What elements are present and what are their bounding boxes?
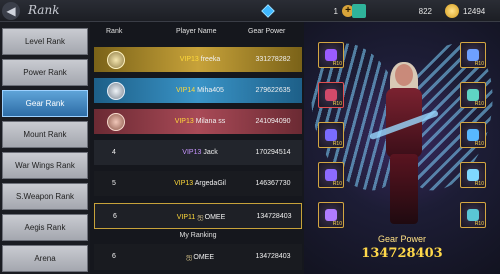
menu-item-power-rank[interactable]: Power Rank bbox=[2, 59, 88, 86]
bronze-rank-badge-icon bbox=[107, 113, 125, 131]
character-model[interactable] bbox=[369, 62, 439, 227]
rank-cell: 4 bbox=[112, 149, 116, 156]
rank-cell: 6 bbox=[113, 213, 117, 220]
gear-power-label: Gear Power bbox=[377, 234, 427, 244]
helmet-icon bbox=[325, 89, 337, 101]
player-name-cell: VIP11 ஐOMEE bbox=[176, 212, 226, 221]
gold-coin-icon bbox=[445, 4, 459, 18]
gear-slot-ring[interactable]: R10 bbox=[460, 122, 486, 148]
header-rank: Rank bbox=[106, 28, 123, 35]
player-name-cell: VIP13 Milana ss bbox=[174, 118, 226, 125]
character-preview-panel: R10 R10 R10 R10 R10 R10 R10 R10 R10 R10 … bbox=[304, 22, 500, 274]
diamond-currency: 1 + bbox=[261, 3, 354, 19]
my-ranking-row: 6 ஐOMEE 134728403 bbox=[94, 244, 302, 270]
gear-slot-bracelet[interactable]: R10 bbox=[460, 162, 486, 188]
gear-slot-helmet[interactable]: R10 bbox=[318, 82, 344, 108]
guild-emblem-icon: ஐ bbox=[197, 212, 204, 221]
gold-rank-badge-icon bbox=[107, 51, 125, 69]
table-row[interactable]: 5 VIP13 ArgedaGil 146367730 bbox=[94, 170, 302, 196]
gear-slot-armor[interactable]: R10 bbox=[318, 122, 344, 148]
rank-cell: 6 bbox=[112, 253, 116, 260]
gear-power-cell: 170294514 bbox=[255, 149, 291, 156]
menu-item-sweapon-rank[interactable]: S.Weapon Rank bbox=[2, 183, 88, 210]
ring-icon bbox=[467, 129, 479, 141]
gear-power-cell: 134728403 bbox=[255, 253, 291, 260]
header-player-name: Player Name bbox=[176, 28, 217, 35]
player-name-cell: VIP13 freeka bbox=[179, 56, 221, 63]
armor-icon bbox=[325, 129, 337, 141]
ticket-icon bbox=[352, 4, 366, 18]
top-bar: ◀ Rank 1 + 822 12494 bbox=[0, 0, 500, 22]
gear-power-cell: 279622635 bbox=[255, 87, 291, 94]
gear-power-cell: 134728403 bbox=[256, 213, 292, 220]
player-name-cell: VIP13 ArgedaGil bbox=[174, 180, 226, 187]
gold-currency: 12494 bbox=[445, 3, 485, 19]
menu-item-aegis-rank[interactable]: Aegis Rank bbox=[2, 214, 88, 241]
gear-power-cell: 241094090 bbox=[255, 118, 291, 125]
gear-slot-necklace[interactable]: R10 bbox=[460, 82, 486, 108]
table-row-self[interactable]: 6 VIP11 ஐOMEE 134728403 bbox=[94, 203, 302, 229]
gear-power-cell: 331278282 bbox=[255, 56, 291, 63]
diamond-icon bbox=[261, 4, 275, 18]
menu-item-war-wings-rank[interactable]: War Wings Rank bbox=[2, 152, 88, 179]
back-button[interactable]: ◀ bbox=[2, 2, 20, 20]
gear-slot-amulet[interactable]: R10 bbox=[460, 202, 486, 228]
bracelet-icon bbox=[467, 169, 479, 181]
table-row[interactable]: VIP13 freeka 331278282 bbox=[94, 46, 302, 72]
silver-rank-badge-icon bbox=[107, 82, 125, 100]
player-name-cell: VIP13 Jack bbox=[182, 149, 218, 156]
ticket-currency: 822 bbox=[352, 3, 432, 19]
table-row[interactable]: 4 VIP13 Jack 170294514 bbox=[94, 139, 302, 165]
gloves-icon bbox=[325, 169, 337, 181]
gear-power-cell: 146367730 bbox=[255, 180, 291, 187]
gear-slot-weapon[interactable]: R10 bbox=[318, 42, 344, 68]
boots-icon bbox=[325, 209, 337, 221]
player-name-cell: VIP14 Miha405 bbox=[176, 87, 224, 94]
gear-slot-gloves[interactable]: R10 bbox=[318, 162, 344, 188]
table-header: Rank Player Name Gear Power bbox=[94, 26, 302, 40]
header-gear-power: Gear Power bbox=[248, 28, 286, 35]
ranking-table: Rank Player Name Gear Power VIP13 freeka… bbox=[94, 22, 302, 274]
amulet-icon bbox=[467, 209, 479, 221]
player-name-cell: ஐOMEE bbox=[185, 252, 215, 261]
my-ranking-label: My Ranking bbox=[179, 232, 217, 239]
guild-emblem-icon: ஐ bbox=[185, 252, 193, 261]
rank-category-menu: Level Rank Power Rank Gear Rank Mount Ra… bbox=[0, 22, 90, 274]
table-row[interactable]: VIP13 Milana ss 241094090 bbox=[94, 108, 302, 134]
menu-item-arena[interactable]: Arena bbox=[2, 245, 88, 272]
gear-slot-offhand[interactable]: R10 bbox=[460, 42, 486, 68]
menu-item-mount-rank[interactable]: Mount Rank bbox=[2, 121, 88, 148]
gear-slot-boots[interactable]: R10 bbox=[318, 202, 344, 228]
offhand-icon bbox=[467, 49, 479, 61]
weapon-icon bbox=[325, 49, 337, 61]
necklace-icon bbox=[467, 89, 479, 101]
menu-item-level-rank[interactable]: Level Rank bbox=[2, 28, 88, 55]
gear-power-value: 134728403 bbox=[361, 246, 443, 261]
rank-cell: 5 bbox=[112, 180, 116, 187]
menu-item-gear-rank[interactable]: Gear Rank bbox=[2, 90, 88, 117]
page-title: Rank bbox=[28, 3, 60, 17]
table-row[interactable]: VIP14 Miha405 279622635 bbox=[94, 77, 302, 103]
